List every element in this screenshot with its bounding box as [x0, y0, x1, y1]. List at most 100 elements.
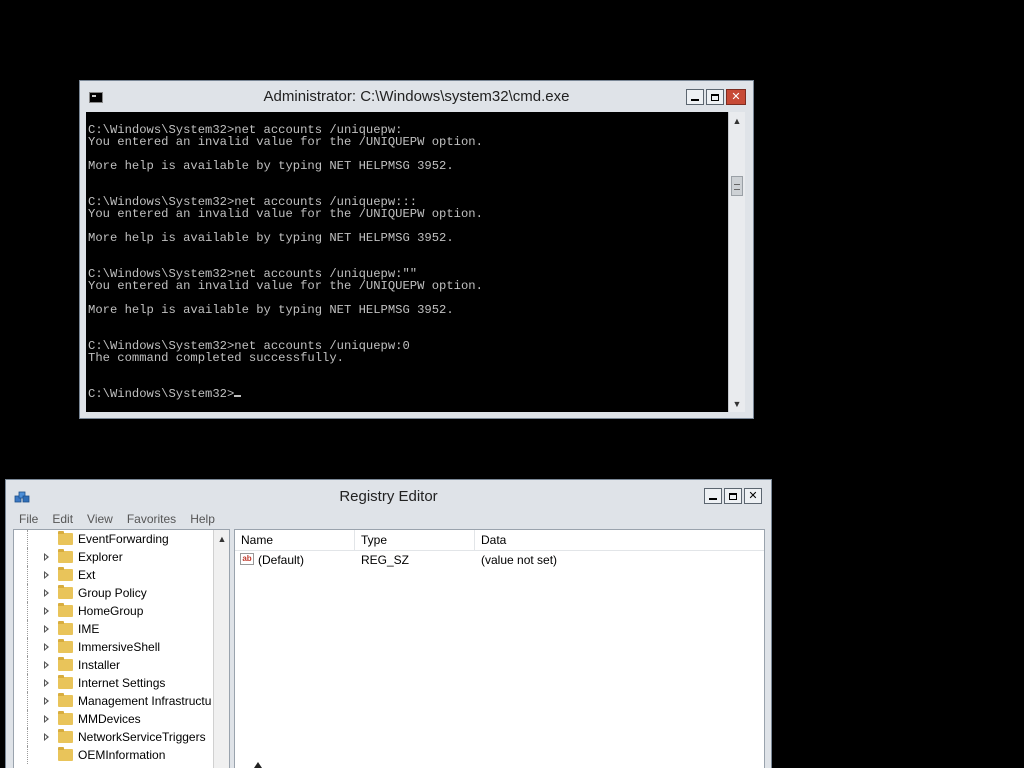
registry-titlebar[interactable]: Registry Editor ✕ — [6, 480, 771, 510]
folder-icon — [58, 585, 73, 599]
menu-bar: File Edit View Favorites Help — [6, 510, 222, 528]
tree-vertical-scrollbar[interactable]: ▲ — [213, 530, 229, 768]
expand-arrow-icon[interactable] — [44, 571, 49, 579]
value-row[interactable]: ab (Default) REG_SZ (value not set) — [235, 551, 764, 569]
tree-item[interactable]: Explorer — [14, 548, 212, 566]
tree-item[interactable]: ImmersiveShell — [14, 638, 212, 656]
tree-item[interactable]: Group Policy — [14, 584, 212, 602]
scrollbar-thumb[interactable] — [731, 176, 743, 196]
expand-arrow-icon[interactable] — [44, 553, 49, 561]
expand-arrow-icon[interactable] — [44, 679, 49, 687]
cmd-titlebar[interactable]: Administrator: C:\Windows\system32\cmd.e… — [80, 81, 753, 112]
menu-favorites[interactable]: Favorites — [120, 510, 183, 528]
close-icon: ✕ — [731, 90, 741, 103]
tree-item-label: OEMInformation — [78, 748, 166, 762]
tree-guide-line — [27, 710, 28, 728]
tree-item[interactable]: Ext — [14, 566, 212, 584]
tree-guide-line — [27, 728, 28, 746]
menu-edit[interactable]: Edit — [45, 510, 80, 528]
value-name: (Default) — [258, 553, 305, 567]
tree-item[interactable]: NetworkServiceTriggers — [14, 728, 212, 746]
folder-icon — [58, 729, 73, 743]
expand-arrow-icon[interactable] — [44, 589, 49, 597]
tree-guide-line — [27, 692, 28, 710]
tree-item[interactable]: IME — [14, 620, 212, 638]
console-output: C:\Windows\System32>net accounts /unique… — [88, 123, 483, 401]
expand-arrow-icon[interactable] — [44, 715, 49, 723]
folder-icon — [58, 549, 73, 563]
tree-guide-line — [27, 548, 28, 566]
tree-guide-line — [27, 746, 28, 764]
cmd-maximize-button[interactable] — [706, 89, 724, 105]
value-data: (value not set) — [481, 553, 558, 567]
cmd-window[interactable]: Administrator: C:\Windows\system32\cmd.e… — [79, 80, 754, 419]
registry-values-list[interactable]: Name Type Data ab (Default) REG_SZ (valu… — [234, 529, 765, 768]
console-output-area[interactable]: C:\Windows\System32>net accounts /unique… — [86, 112, 728, 412]
scroll-down-icon[interactable]: ▼ — [729, 395, 745, 412]
mouse-pointer-icon — [254, 762, 262, 768]
values-column-header: Name Type Data — [235, 530, 764, 551]
tree-guide-line — [27, 602, 28, 620]
registry-window-title: Registry Editor — [339, 488, 438, 505]
registry-key-tree[interactable]: EventForwarding Explorer Ext Group Policy Ho… — [13, 529, 230, 768]
cmd-vertical-scrollbar[interactable]: ▲ ▼ — [728, 112, 745, 412]
folder-icon — [58, 603, 73, 617]
tree-item-label: IME — [78, 622, 100, 636]
expand-arrow-icon[interactable] — [44, 643, 49, 651]
expand-arrow-icon[interactable] — [44, 733, 49, 741]
registry-editor-window[interactable]: Registry Editor ✕ File Edit View Favorit… — [5, 479, 772, 768]
cmd-window-title: Administrator: C:\Windows\system32\cmd.e… — [263, 88, 570, 105]
tree-item[interactable]: EventForwarding — [14, 530, 212, 548]
column-header-type[interactable]: Type — [355, 530, 475, 550]
scroll-up-icon[interactable]: ▲ — [214, 530, 229, 547]
folder-icon — [58, 567, 73, 581]
registry-window-controls: ✕ — [704, 488, 762, 504]
menu-view[interactable]: View — [80, 510, 120, 528]
tree-guide-line — [27, 638, 28, 656]
folder-icon — [58, 657, 73, 671]
cmd-close-button[interactable]: ✕ — [726, 89, 746, 105]
desktop: Administrator: C:\Windows\system32\cmd.e… — [0, 0, 1024, 768]
tree-guide-line — [27, 584, 28, 602]
folder-icon — [58, 747, 73, 761]
tree-item-label: ImmersiveShell — [78, 640, 161, 654]
string-value-icon: ab — [240, 553, 254, 565]
folder-icon — [58, 531, 73, 545]
tree-item-label: HomeGroup — [78, 604, 144, 618]
tree-item-label: Ext — [78, 568, 96, 582]
tree-item-label: Explorer — [78, 550, 123, 564]
expand-arrow-icon[interactable] — [44, 607, 49, 615]
maximize-icon — [711, 93, 719, 101]
tree-item-label: EventForwarding — [78, 532, 169, 546]
tree-item[interactable]: MMDevices — [14, 710, 212, 728]
registry-close-button[interactable]: ✕ — [744, 488, 762, 504]
maximize-icon — [729, 492, 737, 500]
tree-guide-line — [27, 674, 28, 692]
registry-minimize-button[interactable] — [704, 488, 722, 504]
column-header-name[interactable]: Name — [235, 530, 355, 550]
tree-item[interactable]: OEMInformation — [14, 746, 212, 764]
expand-arrow-icon[interactable] — [44, 697, 49, 705]
menu-file[interactable]: File — [6, 510, 45, 528]
folder-icon — [58, 711, 73, 725]
value-type: REG_SZ — [361, 553, 410, 567]
scroll-up-icon[interactable]: ▲ — [729, 112, 745, 129]
close-icon: ✕ — [748, 489, 758, 502]
registry-maximize-button[interactable] — [724, 488, 742, 504]
expand-arrow-icon[interactable] — [44, 625, 49, 633]
cmd-minimize-button[interactable] — [686, 89, 704, 105]
tree-item-label: Installer — [78, 658, 121, 672]
column-header-data[interactable]: Data — [475, 530, 675, 550]
folder-icon — [58, 639, 73, 653]
text-cursor — [234, 395, 242, 397]
tree-item[interactable]: Internet Settings — [14, 674, 212, 692]
tree-item[interactable]: HomeGroup — [14, 602, 212, 620]
minimize-icon — [709, 497, 717, 500]
menu-help[interactable]: Help — [183, 510, 222, 528]
minimize-icon — [691, 98, 699, 101]
expand-arrow-icon[interactable] — [44, 661, 49, 669]
tree-guide-line — [27, 530, 28, 548]
tree-item[interactable]: Installer — [14, 656, 212, 674]
tree-guide-line — [27, 620, 28, 638]
tree-item[interactable]: Management Infrastructure — [14, 692, 212, 710]
